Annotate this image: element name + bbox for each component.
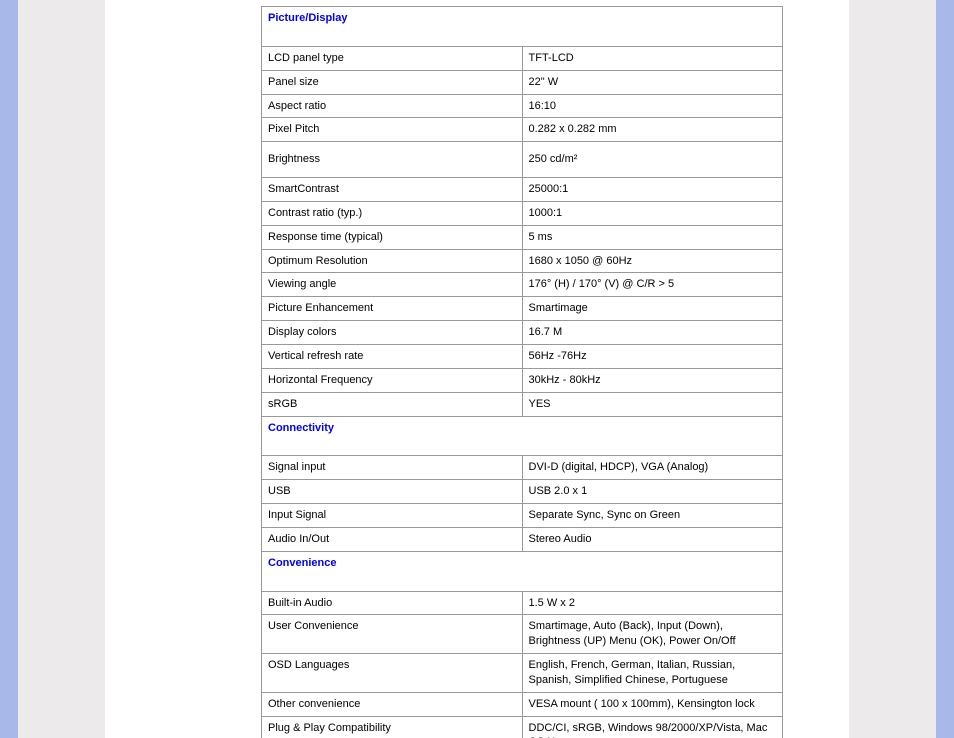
spec-label: SmartContrast <box>262 178 523 202</box>
spec-content: Picture/DisplayLCD panel typeTFT-LCDPane… <box>259 0 813 738</box>
spec-value: 5 ms <box>522 225 783 249</box>
spec-value: Stereo Audio <box>522 527 783 551</box>
spec-label: Input Signal <box>262 504 523 528</box>
table-row: Contrast ratio (typ.)1000:1 <box>262 201 783 225</box>
table-row: Aspect ratio16:10 <box>262 94 783 118</box>
spec-value: 56Hz -76Hz <box>522 344 783 368</box>
table-row: Viewing angle176° (H) / 170° (V) @ C/R >… <box>262 273 783 297</box>
table-row: Brightness250 cd/m² <box>262 142 783 178</box>
spec-value: VESA mount ( 100 x 100mm), Kensington lo… <box>522 692 783 716</box>
table-row: Horizontal Frequency30kHz - 80kHz <box>262 368 783 392</box>
spec-value: 25000:1 <box>522 178 783 202</box>
spec-value: 1000:1 <box>522 201 783 225</box>
spec-value: 30kHz - 80kHz <box>522 368 783 392</box>
table-row: Audio In/OutStereo Audio <box>262 527 783 551</box>
spec-value: USB 2.0 x 1 <box>522 480 783 504</box>
right-white-margin <box>813 0 849 738</box>
spec-value: DVI-D (digital, HDCP), VGA (Analog) <box>522 456 783 480</box>
page: Picture/DisplayLCD panel typeTFT-LCDPane… <box>0 0 954 738</box>
table-row: LCD panel typeTFT-LCD <box>262 46 783 70</box>
table-row: Input SignalSeparate Sync, Sync on Green <box>262 504 783 528</box>
table-row: Pixel Pitch0.282 x 0.282 mm <box>262 118 783 142</box>
table-row: Built-in Audio1.5 W x 2 <box>262 591 783 615</box>
spec-label: Picture Enhancement <box>262 297 523 321</box>
spec-value: 1680 x 1050 @ 60Hz <box>522 249 783 273</box>
spec-label: Audio In/Out <box>262 527 523 551</box>
table-row: Picture EnhancementSmartimage <box>262 297 783 321</box>
spec-value: 176° (H) / 170° (V) @ C/R > 5 <box>522 273 783 297</box>
spec-label: Brightness <box>262 142 523 178</box>
spec-label: Pixel Pitch <box>262 118 523 142</box>
spec-value: 250 cd/m² <box>522 142 783 178</box>
section-header: Convenience <box>262 551 783 591</box>
spec-label: LCD panel type <box>262 46 523 70</box>
spec-value: 1.5 W x 2 <box>522 591 783 615</box>
section-header: Connectivity <box>262 416 783 456</box>
spec-label: Plug & Play Compatibility <box>262 716 523 738</box>
spec-value: DDC/CI, sRGB, Windows 98/2000/XP/Vista, … <box>522 716 783 738</box>
spec-value: TFT-LCD <box>522 46 783 70</box>
spec-table: Picture/DisplayLCD panel typeTFT-LCDPane… <box>261 6 783 738</box>
spec-label: Response time (typical) <box>262 225 523 249</box>
spec-label: Other convenience <box>262 692 523 716</box>
table-row: sRGBYES <box>262 392 783 416</box>
spec-value: 16:10 <box>522 94 783 118</box>
spec-label: Aspect ratio <box>262 94 523 118</box>
table-row: Signal inputDVI-D (digital, HDCP), VGA (… <box>262 456 783 480</box>
right-blue-margin <box>936 0 954 738</box>
spec-label: Contrast ratio (typ.) <box>262 201 523 225</box>
table-row: Other convenienceVESA mount ( 100 x 100m… <box>262 692 783 716</box>
spec-label: Viewing angle <box>262 273 523 297</box>
section-header: Picture/Display <box>262 7 783 47</box>
spec-value: 0.282 x 0.282 mm <box>522 118 783 142</box>
spec-label: Signal input <box>262 456 523 480</box>
table-row: Plug & Play CompatibilityDDC/CI, sRGB, W… <box>262 716 783 738</box>
spec-label: USB <box>262 480 523 504</box>
spec-value: Smartimage <box>522 297 783 321</box>
spec-value: 22" W <box>522 70 783 94</box>
table-row: Display colors16.7 M <box>262 321 783 345</box>
spec-value: YES <box>522 392 783 416</box>
table-row: Panel size22" W <box>262 70 783 94</box>
table-row: OSD LanguagesEnglish, French, German, It… <box>262 654 783 693</box>
spec-label: Panel size <box>262 70 523 94</box>
spec-value: Separate Sync, Sync on Green <box>522 504 783 528</box>
table-row: Vertical refresh rate56Hz -76Hz <box>262 344 783 368</box>
spec-label: Built-in Audio <box>262 591 523 615</box>
spec-value: English, French, German, Italian, Russia… <box>522 654 783 693</box>
spec-label: Optimum Resolution <box>262 249 523 273</box>
spec-label: OSD Languages <box>262 654 523 693</box>
table-row: SmartContrast25000:1 <box>262 178 783 202</box>
spec-label: Horizontal Frequency <box>262 368 523 392</box>
left-gray-margin <box>18 0 105 738</box>
left-nav-blank <box>105 0 259 738</box>
spec-value: Smartimage, Auto (Back), Input (Down), B… <box>522 615 783 654</box>
spec-label: sRGB <box>262 392 523 416</box>
table-row: Response time (typical)5 ms <box>262 225 783 249</box>
table-row: User ConvenienceSmartimage, Auto (Back),… <box>262 615 783 654</box>
left-blue-margin <box>0 0 18 738</box>
spec-label: Vertical refresh rate <box>262 344 523 368</box>
table-row: USBUSB 2.0 x 1 <box>262 480 783 504</box>
spec-label: Display colors <box>262 321 523 345</box>
right-gray-margin <box>849 0 936 738</box>
table-row: Optimum Resolution1680 x 1050 @ 60Hz <box>262 249 783 273</box>
spec-value: 16.7 M <box>522 321 783 345</box>
spec-label: User Convenience <box>262 615 523 654</box>
